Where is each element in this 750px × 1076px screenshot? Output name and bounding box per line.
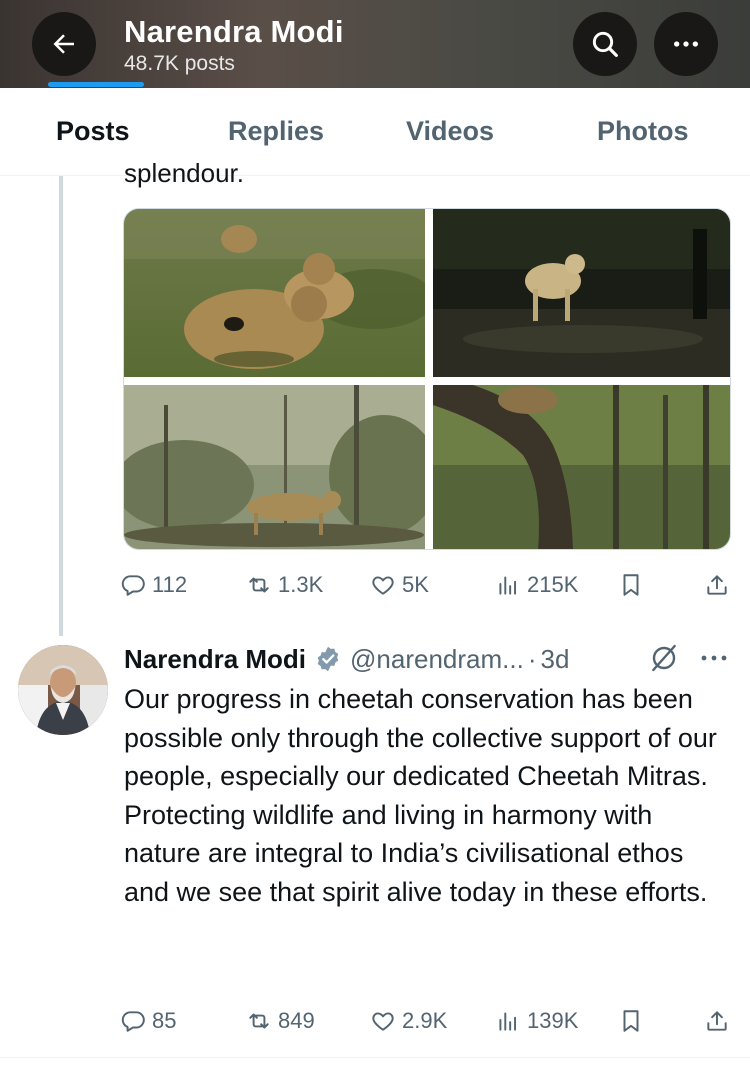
- back-button[interactable]: [32, 12, 96, 76]
- more-horizontal-icon: [674, 41, 698, 47]
- tweet2-action-bar: 85 849 2.9K 139K: [120, 1003, 740, 1039]
- share-button[interactable]: [704, 567, 730, 603]
- tab-posts[interactable]: Posts: [56, 116, 130, 147]
- share-icon: [707, 575, 727, 595]
- tweet1-action-bar: 112 1.3K 5K 215K: [120, 567, 740, 603]
- author-name[interactable]: Narendra Modi: [124, 644, 306, 675]
- cheetah-photo-image: [433, 385, 730, 549]
- bookmark-button[interactable]: [618, 567, 644, 603]
- view-count: 139K: [527, 1008, 579, 1033]
- like-button[interactable]: 5K: [370, 567, 429, 603]
- repost-icon: [249, 1013, 269, 1029]
- reply-icon: [121, 1011, 145, 1032]
- views-button[interactable]: 139K: [495, 1003, 578, 1039]
- tweet-header: Narendra Modi @narendram... · 3d: [124, 640, 569, 678]
- bookmark-icon: [623, 1010, 639, 1032]
- reply-button[interactable]: 112: [120, 567, 187, 603]
- tab-replies[interactable]: Replies: [228, 116, 324, 147]
- share-icon: [707, 1011, 727, 1031]
- media-grid: [123, 208, 731, 550]
- repost-icon: [249, 577, 269, 593]
- search-icon: [592, 31, 618, 57]
- heart-icon: [372, 576, 394, 595]
- search-button[interactable]: [573, 12, 637, 76]
- divider: [0, 1057, 750, 1058]
- views-bar-icon: [499, 1012, 517, 1031]
- arrow-left-icon: [53, 34, 74, 54]
- reply-count: 85: [152, 1008, 177, 1033]
- avatar[interactable]: [18, 645, 108, 735]
- like-count: 5K: [402, 572, 429, 597]
- reply-count: 112: [152, 572, 188, 597]
- profile-header: Narendra Modi 48.7K posts: [0, 0, 750, 88]
- repost-button[interactable]: 1.3K: [246, 567, 323, 603]
- views-bar-icon: [499, 576, 517, 595]
- grok-icon[interactable]: [648, 642, 680, 674]
- like-button[interactable]: 2.9K: [370, 1003, 447, 1039]
- tab-photos[interactable]: Photos: [597, 116, 689, 147]
- avatar-image: [18, 645, 108, 735]
- bookmark-button[interactable]: [618, 1003, 644, 1039]
- media-photo-3[interactable]: [124, 385, 425, 549]
- like-count: 2.9K: [402, 1008, 448, 1033]
- profile-name: Narendra Modi: [124, 14, 344, 49]
- verified-badge-icon: [317, 646, 339, 672]
- repost-button[interactable]: 849: [246, 1003, 315, 1039]
- share-button[interactable]: [704, 1003, 730, 1039]
- repost-count: 849: [278, 1008, 315, 1033]
- bookmark-icon: [623, 574, 639, 596]
- post-time[interactable]: 3d: [541, 644, 570, 675]
- tweet-text: Our progress in cheetah conservation has…: [124, 684, 717, 907]
- cheetah-photo-image: [124, 209, 425, 377]
- tweet-text-truncated: splendour.: [124, 158, 244, 188]
- views-button[interactable]: 215K: [495, 567, 578, 603]
- separator-dot: ·: [527, 643, 537, 674]
- cheetah-photo-image: [433, 209, 730, 377]
- view-count: 215K: [527, 572, 579, 597]
- author-handle[interactable]: @narendram...: [350, 644, 524, 675]
- reply-button[interactable]: 85: [120, 1003, 176, 1039]
- post-count: 48.7K posts: [124, 52, 235, 75]
- thread-connector: [59, 176, 63, 636]
- heart-icon: [372, 1012, 394, 1031]
- more-options-button[interactable]: [654, 12, 718, 76]
- tab-videos[interactable]: Videos: [406, 116, 494, 147]
- media-photo-4[interactable]: [433, 385, 730, 549]
- repost-count: 1.3K: [278, 572, 324, 597]
- cheetah-photo-image: [124, 385, 425, 549]
- active-tab-indicator: [48, 82, 144, 87]
- reply-icon: [121, 575, 145, 596]
- tweet-more-icon[interactable]: [696, 644, 732, 672]
- media-photo-2[interactable]: [433, 209, 730, 377]
- profile-tabs: Posts Replies Videos Photos: [0, 88, 750, 176]
- media-photo-1[interactable]: [124, 209, 425, 377]
